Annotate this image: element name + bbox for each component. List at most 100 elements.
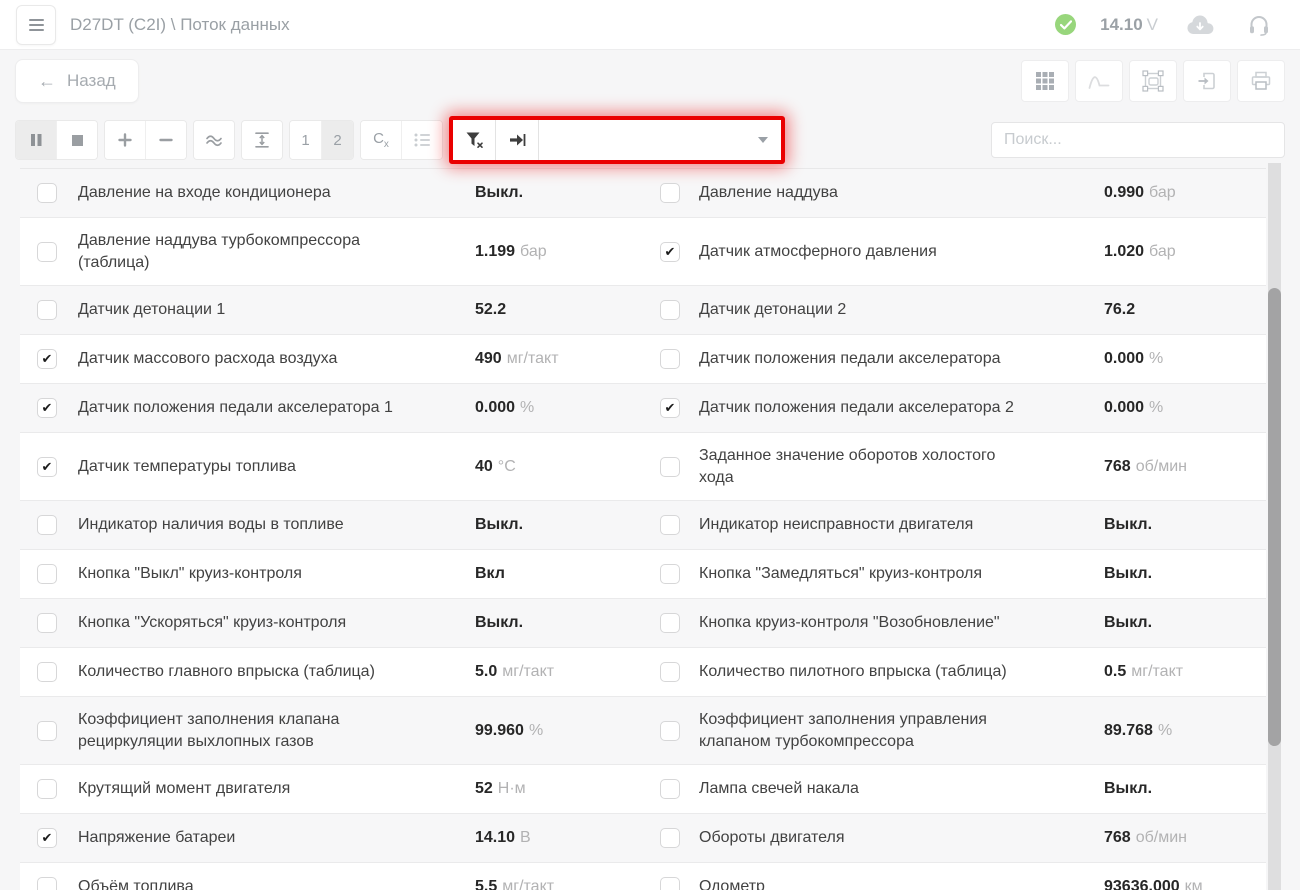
row-checkbox[interactable] [37, 564, 57, 584]
decrease-button[interactable] [145, 121, 186, 159]
row-checkbox[interactable]: ✔ [37, 828, 57, 848]
param-value: Выкл. [1104, 614, 1266, 632]
connection-status-icon [1055, 14, 1076, 35]
row-checkbox[interactable] [660, 457, 680, 477]
row-checkbox[interactable] [37, 779, 57, 799]
clear-values-icon: Cx [373, 130, 389, 150]
param-value: 768об/мин [1104, 829, 1266, 847]
chart-view-button[interactable] [1075, 60, 1123, 102]
param-value: 0.000% [1104, 399, 1266, 417]
topbar-status-cluster: 14.10V [1055, 14, 1284, 36]
param-value: 5.5мг/такт [475, 878, 643, 890]
param-name: Датчик положения педали акселератора 2 [699, 391, 1041, 425]
support-headset-button[interactable] [1248, 14, 1270, 36]
row-checkbox[interactable] [37, 662, 57, 682]
row-checkbox[interactable]: ✔ [37, 398, 57, 418]
row-checkbox[interactable] [37, 721, 57, 741]
scrollbar[interactable] [1268, 163, 1281, 890]
row-checkbox[interactable] [660, 183, 680, 203]
param-name: Крутящий момент двигателя [78, 772, 420, 806]
row-checkbox[interactable] [37, 613, 57, 633]
table-row: ✔ Датчик положения педали акселератора 1… [20, 384, 1266, 433]
param-name: Коэффициент заполнения клапана рециркуля… [78, 703, 420, 758]
stream-toolbar: 1 2 Cx [0, 112, 1300, 168]
grid-view-button[interactable] [1021, 60, 1069, 102]
clear-filter-button[interactable] [453, 120, 496, 160]
list-button[interactable] [401, 121, 442, 159]
row-checkbox[interactable] [660, 877, 680, 890]
back-button[interactable]: ← Назад [15, 59, 139, 103]
clear-values-button[interactable]: Cx [361, 121, 401, 159]
fit-height-button[interactable] [242, 121, 282, 159]
param-cell: ✔ Датчик массового расхода воздуха 490мг… [20, 335, 643, 383]
row-checkbox[interactable] [660, 349, 680, 369]
row-checkbox[interactable] [660, 300, 680, 320]
row-checkbox[interactable] [660, 828, 680, 848]
row-checkbox[interactable]: ✔ [37, 349, 57, 369]
snapshot-icon [1142, 70, 1164, 92]
row-checkbox[interactable] [37, 183, 57, 203]
row-checkbox[interactable] [37, 515, 57, 535]
page-2-button[interactable]: 2 [321, 121, 353, 159]
plus-icon [117, 132, 133, 148]
param-cell: Кнопка круиз-контроля "Возобновление" Вы… [643, 599, 1266, 647]
param-name: Количество пилотного впрыска (таблица) [699, 655, 1041, 689]
table-row: Индикатор наличия воды в топливе Выкл. И… [20, 501, 1266, 550]
table-row: Объём топлива 5.5мг/такт Одометр 93636.0… [20, 863, 1266, 890]
move-to-selected-button[interactable] [496, 120, 539, 160]
snapshot-button[interactable] [1129, 60, 1177, 102]
table-row: Датчик детонации 1 52.2 Датчик детонации… [20, 286, 1266, 335]
param-name: Кнопка "Выкл" круиз-контроля [78, 557, 420, 591]
param-cell: Индикатор наличия воды в топливе Выкл. [20, 501, 643, 549]
row-checkbox[interactable] [660, 779, 680, 799]
data-table: Давление на входе кондиционера Выкл. Дав… [20, 168, 1266, 890]
param-name: Заданное значение оборотов холостого ход… [699, 439, 1041, 494]
row-checkbox[interactable]: ✔ [37, 457, 57, 477]
row-checkbox[interactable] [660, 721, 680, 741]
table-row: Давление наддува турбокомпрессора (табли… [20, 218, 1266, 286]
param-cell: Давление наддува 0.990бар [643, 169, 1266, 217]
scrollbar-thumb[interactable] [1268, 288, 1281, 746]
param-cell: Коэффициент заполнения клапана рециркуля… [20, 697, 643, 764]
param-name: Обороты двигателя [699, 821, 1041, 855]
hamburger-icon [29, 19, 44, 21]
row-checkbox[interactable] [37, 877, 57, 890]
param-name: Датчик атмосферного давления [699, 235, 1041, 269]
param-value: 1.199бар [475, 243, 643, 261]
fit-height-group [241, 120, 283, 160]
param-value: 5.0мг/такт [475, 663, 643, 681]
row-checkbox[interactable] [660, 515, 680, 535]
grid-icon [1035, 71, 1055, 91]
table-row: Количество главного впрыска (таблица) 5.… [20, 648, 1266, 697]
param-cell: Одометр 93636.000км [643, 863, 1266, 890]
stop-button[interactable] [56, 121, 97, 159]
export-button[interactable] [1183, 60, 1231, 102]
param-name: Давление наддува [699, 176, 1041, 210]
param-name: Кнопка "Замедляться" круиз-контроля [699, 557, 1041, 591]
increase-button[interactable] [105, 121, 145, 159]
search-input[interactable] [991, 122, 1285, 158]
page-1-button[interactable]: 1 [290, 121, 321, 159]
param-name: Давление наддува турбокомпрессора (табли… [78, 224, 420, 279]
export-icon [1196, 70, 1218, 92]
row-checkbox[interactable] [37, 300, 57, 320]
param-cell: Датчик детонации 1 52.2 [20, 286, 643, 334]
row-checkbox[interactable]: ✔ [660, 398, 680, 418]
wave-icon [205, 133, 223, 147]
row-checkbox[interactable] [660, 613, 680, 633]
filter-value-select[interactable] [539, 120, 781, 160]
row-checkbox[interactable] [660, 662, 680, 682]
hamburger-menu-button[interactable] [16, 5, 56, 45]
param-cell: Объём топлива 5.5мг/такт [20, 863, 643, 890]
row-checkbox[interactable] [660, 564, 680, 584]
print-button[interactable] [1237, 60, 1285, 102]
param-value: Выкл. [475, 516, 643, 534]
row-checkbox[interactable] [37, 242, 57, 262]
param-cell: Индикатор неисправности двигателя Выкл. [643, 501, 1266, 549]
param-value: 76.2 [1104, 301, 1266, 319]
table-row: Крутящий момент двигателя 52Н·м Лампа св… [20, 765, 1266, 814]
pause-button[interactable] [16, 121, 56, 159]
table-row: Коэффициент заполнения клапана рециркуля… [20, 697, 1266, 765]
row-checkbox[interactable]: ✔ [660, 242, 680, 262]
smooth-button[interactable] [194, 121, 234, 159]
